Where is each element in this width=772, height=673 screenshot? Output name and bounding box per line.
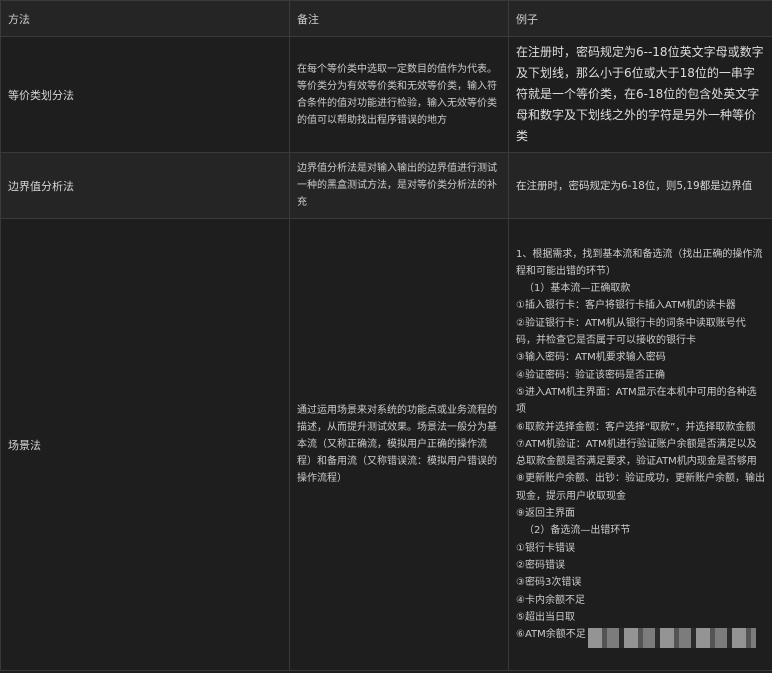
example-line: ④验证密码：验证该密码是否正确 — [516, 369, 665, 381]
example-line: ②密码错误 — [516, 559, 565, 571]
example-line: ①插入银行卡：客户将银行卡插入ATM机的读卡器 — [516, 300, 736, 312]
header-row: 方法 备注 例子 — [0, 0, 772, 37]
example-line: ⑨返回主界面 — [516, 508, 575, 520]
example-line: ⑦ATM机验证：ATM机进行验证账户余额是否满足以及总取款金额是否满足要求，验证… — [516, 438, 757, 468]
note-cell: 在每个等价类中选取一定数目的值作为代表。等价类分为有效等价类和无效等价类，输入符… — [289, 36, 509, 153]
example-line: ③输入密码：ATM机要求输入密码 — [516, 352, 666, 364]
header-method: 方法 — [0, 0, 290, 37]
example-line: （1）基本流—正确取款 — [524, 283, 631, 295]
method-cell: 边界值分析法 — [0, 152, 290, 219]
methods-table: 方法 备注 例子 等价类划分法 在每个等价类中选取一定数目的值作为代表。等价类分… — [0, 0, 772, 671]
example-line: ⑤超出当日取 — [516, 611, 575, 623]
example-line: ②验证银行卡：ATM机从银行卡的词条中读取账号代码，并检查它是否属于可以接收的银… — [516, 317, 746, 347]
example-line: ⑧更新账户余额、出钞：验证成功，更新账户余额，输出现金，提示用户收取现金 — [516, 473, 765, 502]
table-row: 边界值分析法 边界值分析法是对输入输出的边界值进行测试一种的黑盒测试方法，是对等… — [0, 152, 772, 219]
method-cell: 等价类划分法 — [0, 36, 290, 153]
note-cell: 通过运用场景来对系统的功能点或业务流程的描述，从而提升测试效果。场景法一般分为基… — [289, 218, 509, 671]
header-example: 例子 — [508, 0, 772, 37]
example-line: ⑤进入ATM机主界面：ATM显示在本机中可用的各种选项 — [516, 386, 757, 416]
example-line: ④卡内余额不足 — [516, 594, 585, 606]
example-line: 1、根据需求，找到基本流和备选流（找出正确的操作流程和可能出错的环节） — [516, 248, 763, 277]
example-cell: 在注册时，密码规定为6--18位英文字母或数字及下划线，那么小于6位或大于18位… — [508, 36, 772, 153]
example-line: （2）备选流—出错环节 — [524, 525, 631, 537]
example-line: ①银行卡错误 — [516, 542, 575, 554]
example-cell: 在注册时，密码规定为6-18位，则5,19都是边界值 — [508, 152, 772, 219]
example-cell: 1、根据需求，找到基本流和备选流（找出正确的操作流程和可能出错的环节） （1）基… — [508, 218, 772, 671]
table-row: 场景法 通过运用场景来对系统的功能点或业务流程的描述，从而提升测试效果。场景法一… — [0, 218, 772, 671]
header-note: 备注 — [289, 0, 509, 37]
note-cell: 边界值分析法是对输入输出的边界值进行测试一种的黑盒测试方法，是对等价类分析法的补… — [289, 152, 509, 219]
table-row: 等价类划分法 在每个等价类中选取一定数目的值作为代表。等价类分为有效等价类和无效… — [0, 36, 772, 153]
example-line: ⑥取款并选择金额：客户选择“取款”，并选择取款金额 — [516, 421, 756, 433]
watermark-blur — [588, 628, 756, 648]
example-line: ③密码3次错误 — [516, 577, 582, 589]
method-cell: 场景法 — [0, 218, 290, 671]
